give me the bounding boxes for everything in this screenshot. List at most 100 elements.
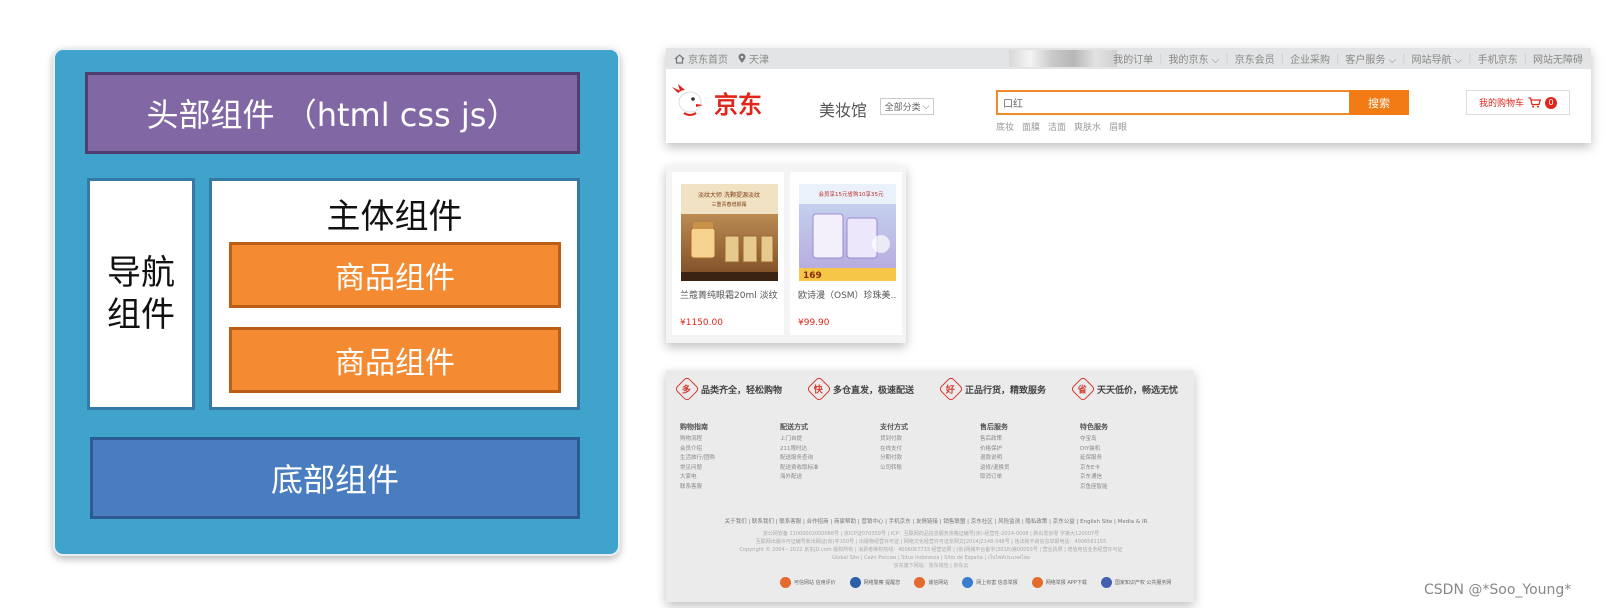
help-link[interactable]: 取消订单 <box>980 473 1080 483</box>
home-link-label: 京东首页 <box>688 55 728 66</box>
hotword-link[interactable]: 爽肤水 <box>1074 120 1101 133</box>
service-text: 品类齐全，轻松购物 <box>701 385 783 396</box>
help-link[interactable]: 配送服务查询 <box>780 454 880 464</box>
trust-badge[interactable]: 网上有害 信息举报 <box>962 577 1018 588</box>
shortcut-link[interactable]: 客户服务 ⌵ <box>1345 51 1396 66</box>
category-select[interactable]: 全部分类 ⌵ <box>880 98 934 115</box>
help-link[interactable]: 售后政策 <box>980 435 1080 445</box>
footer-links[interactable]: 关于我们 | 联系我们 | 联系客服 | 合作招商 | 商家帮助 | 营销中心 … <box>686 517 1186 525</box>
search-button[interactable]: 搜索 <box>1349 90 1409 115</box>
trust-badges: 可信网站 信用评价 网络警察 提醒您 诚信网站 网上有害 信息举报 网络举报 A… <box>780 577 1171 588</box>
category-select-label: 全部分类 <box>884 103 921 113</box>
nav-label-line1: 导航 <box>107 253 175 293</box>
trust-badge[interactable]: 网络举报 APP下载 <box>1031 577 1087 588</box>
blurred-username <box>1009 50 1117 67</box>
help-column: 售后服务 售后政策 价格保护 退款说明 返修/退换货 取消订单 <box>980 422 1080 492</box>
shortcut-links: 我的订单 | 我的京东 ⌵ | 京东会员 | 企业采购 | 客户服务 ⌵ | 网站导航 ⌵… <box>1113 51 1583 66</box>
shortcut-link[interactable]: 京东会员 <box>1235 51 1275 66</box>
product-title[interactable]: 欧诗漫（OSM）珍珠美... <box>798 288 896 301</box>
help-link[interactable]: 211限时达 <box>780 445 880 455</box>
product-list-screenshot: 淡纹大师 洗颗提源淡纹 三重青春增颜霜 兰蔻菁纯眼霜20ml 淡纹... ¥11… <box>666 166 906 343</box>
help-link[interactable]: 返修/退换货 <box>980 464 1080 474</box>
header-component: 头部组件 （html css js） <box>85 72 580 154</box>
hotword-link[interactable]: 眉眼 <box>1109 120 1127 133</box>
category-badge-icon: 多 <box>674 376 700 402</box>
jd-logo-text: 京东 <box>714 91 762 119</box>
help-link[interactable]: 京东通信 <box>1080 473 1180 483</box>
shortcut-link[interactable]: 手机京东 <box>1478 51 1518 66</box>
help-link[interactable]: 购物流程 <box>680 435 780 445</box>
nav-component: 导航 组件 <box>87 178 195 410</box>
trust-badge-icon <box>914 577 926 588</box>
help-link[interactable]: 海外配送 <box>780 473 880 483</box>
location-selector[interactable]: 天津 <box>738 51 769 66</box>
fast-badge-icon: 快 <box>806 376 832 402</box>
help-columns: 购物指南 购物流程 会员介绍 生活旅行/团购 常见问题 大家电 联系客服 配送方… <box>680 422 1180 492</box>
help-link[interactable]: 联系客服 <box>680 483 780 493</box>
search-input[interactable]: 口红 <box>996 90 1351 115</box>
help-column: 配送方式 上门自提 211限时达 配送服务查询 配送费收取标准 海外配送 <box>780 422 880 492</box>
product-card[interactable]: 淡纹大师 洗颗提源淡纹 三重青春增颜霜 兰蔻菁纯眼霜20ml 淡纹... ¥11… <box>672 172 784 335</box>
help-link[interactable]: 货到付款 <box>880 435 980 445</box>
home-link[interactable]: 京东首页 <box>674 51 728 66</box>
service-text: 天天低价，畅选无忧 <box>1096 385 1178 396</box>
service-text: 正品行货，精致服务 <box>964 385 1046 396</box>
product-card[interactable]: 会员享15元省购10享35元 169 欧诗漫（OSM）珍珠美... ¥99.90 <box>790 172 902 335</box>
help-link[interactable]: 配送费收取标准 <box>780 464 880 474</box>
help-column-title: 售后服务 <box>980 423 1008 431</box>
trust-badge[interactable]: 诚信网站 <box>914 577 948 588</box>
help-column-title: 购物指南 <box>680 423 708 431</box>
service-item: 好 正品行货，精致服务 <box>938 376 1046 402</box>
jd-main-header: 京东 美妆馆 全部分类 ⌵ 口红 搜索 底妆 面膜 洁面 爽肤水 眉眼 我的购物… <box>666 69 1591 143</box>
shortcut-link[interactable]: 网站无障碍 <box>1533 51 1583 66</box>
shortcut-link[interactable]: 企业采购 <box>1290 51 1330 66</box>
help-link[interactable]: 退款说明 <box>980 454 1080 464</box>
help-link[interactable]: 在线支付 <box>880 445 980 455</box>
quality-badge-icon: 好 <box>938 376 964 402</box>
help-link[interactable]: 延保服务 <box>1080 454 1180 464</box>
product-price: ¥99.90 <box>798 318 830 328</box>
trust-badge[interactable]: 可信网站 信用评价 <box>780 577 836 588</box>
service-text: 多仓直发，极速配送 <box>832 385 914 396</box>
shortcut-link[interactable]: 我的订单 <box>1113 51 1153 66</box>
help-column-title: 配送方式 <box>780 423 808 431</box>
trust-badge-icon <box>780 577 791 588</box>
product-title[interactable]: 兰蔻菁纯眼霜20ml 淡纹... <box>680 288 778 301</box>
hotword-link[interactable]: 底妆 <box>996 120 1014 133</box>
trust-badge[interactable]: 网络警察 提醒您 <box>849 577 900 588</box>
hotword-link[interactable]: 面膜 <box>1022 120 1040 133</box>
hotwords: 底妆 面膜 洁面 爽肤水 眉眼 <box>996 120 1127 133</box>
help-link[interactable]: 上门自提 <box>780 435 880 445</box>
help-column-title: 支付方式 <box>880 423 908 431</box>
main-component-title: 主体组件 <box>326 197 463 237</box>
help-link[interactable]: 价格保护 <box>980 445 1080 455</box>
trust-badge[interactable]: 国家知识产权 公共服务网 <box>1100 577 1171 588</box>
help-link[interactable]: DIY装机 <box>1080 445 1180 455</box>
help-link[interactable]: 京东E卡 <box>1080 464 1180 474</box>
help-link[interactable]: 夺宝岛 <box>1080 435 1180 445</box>
svg-text:三重青春增颜霜: 三重青春增颜霜 <box>711 201 746 208</box>
help-link[interactable]: 常见问题 <box>680 464 780 474</box>
jd-header-screenshot: 京东首页 天津 我的订单 | 我的京东 ⌵ | 京东会员 | 企业采购 | 客户服务 ⌵… <box>666 48 1591 143</box>
help-link[interactable]: 会员介绍 <box>680 445 780 455</box>
help-link[interactable]: 公司转账 <box>880 464 980 474</box>
footer-component: 底部组件 <box>90 437 580 519</box>
jd-footer-screenshot: 多 品类齐全，轻松购物 快 多仓直发，极速配送 好 正品行货，精致服务 省 天天… <box>666 370 1194 602</box>
watermark: CSDN @*Soo_Young* <box>1424 582 1572 598</box>
cart-button[interactable]: 我的购物车 0 <box>1466 90 1570 115</box>
location-label: 天津 <box>749 55 769 66</box>
service-item: 快 多仓直发，极速配送 <box>806 376 914 402</box>
copyright-line: Global Site | Сайт России | Situs Indone… <box>832 555 1030 561</box>
help-link[interactable]: 京鱼座智能 <box>1080 483 1180 493</box>
shortcut-link[interactable]: 我的京东 ⌵ <box>1168 51 1219 66</box>
hotword-link[interactable]: 洁面 <box>1048 120 1066 133</box>
home-icon <box>674 53 685 64</box>
jd-logo[interactable]: 京东 <box>672 83 790 125</box>
help-link[interactable]: 大家电 <box>680 473 780 483</box>
help-column-title: 特色服务 <box>1080 423 1108 431</box>
help-link[interactable]: 生活旅行/团购 <box>680 454 780 464</box>
help-link[interactable]: 分期付款 <box>880 454 980 464</box>
shortcut-link[interactable]: 网站导航 ⌵ <box>1411 51 1462 66</box>
cart-label: 我的购物车 <box>1478 99 1524 109</box>
cart-count-badge: 0 <box>1545 96 1557 109</box>
